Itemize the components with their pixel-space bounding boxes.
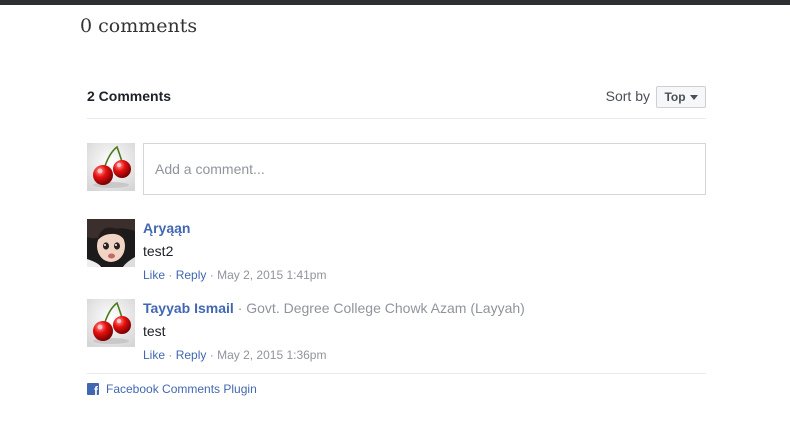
comment-meta: Like · Reply · May 2, 2015 1:41pm [143, 267, 706, 283]
comment-body: Ąryąąn test2 Like · Reply · May 2, 2015 … [143, 219, 706, 283]
comment-item: Tayyab Ismail · Govt. Degree College Cho… [87, 299, 706, 363]
cherries-avatar[interactable] [87, 143, 135, 191]
comment-composer [87, 143, 706, 195]
comment-timestamp[interactable]: May 2, 2015 1:41pm [217, 268, 326, 282]
facebook-comments-plugin-link[interactable]: f Facebook Comments Plugin [87, 382, 706, 396]
comment-author-link[interactable]: Ąryąąn [143, 220, 190, 236]
meta-separator: · [168, 348, 176, 362]
reply-link[interactable]: Reply [176, 348, 207, 362]
author-line: Tayyab Ismail · Govt. Degree College Cho… [143, 299, 706, 317]
comments-total: 2 Comments [87, 88, 172, 104]
like-link[interactable]: Like [143, 348, 165, 362]
comment-author-link[interactable]: Tayyab Ismail [143, 300, 234, 316]
sort-label: Sort by [605, 88, 650, 104]
footer-link-label: Facebook Comments Plugin [106, 382, 257, 396]
author-line: Ąryąąn [143, 219, 706, 237]
chevron-down-icon [689, 94, 698, 100]
facebook-icon: f [87, 383, 99, 395]
like-link[interactable]: Like [143, 268, 165, 282]
top-bar [0, 0, 790, 5]
affiliation-separator: · [237, 300, 247, 316]
meta-separator: · [209, 348, 218, 362]
comment-input[interactable] [143, 143, 706, 195]
post-comment-count: 0 comments [80, 15, 198, 37]
plugin-footer: f Facebook Comments Plugin [87, 373, 706, 396]
comment-meta: Like · Reply · May 2, 2015 1:36pm [143, 347, 706, 363]
meta-separator: · [209, 268, 218, 282]
child-photo-avatar[interactable] [87, 219, 135, 267]
reply-link[interactable]: Reply [176, 268, 207, 282]
comment-text: test2 [143, 243, 174, 259]
facebook-comments-plugin: 2 Comments Sort by Top Add a comment... … [87, 84, 706, 396]
comment-item: Ąryąąn test2 Like · Reply · May 2, 2015 … [87, 219, 706, 283]
author-affiliation: Govt. Degree College Chowk Azam (Layyah) [246, 300, 525, 316]
meta-separator: · [168, 268, 176, 282]
comment-text: test [143, 323, 166, 339]
cherries-avatar[interactable] [87, 299, 135, 347]
comment-body: Tayyab Ismail · Govt. Degree College Cho… [143, 299, 706, 363]
sort-dropdown[interactable]: Top [656, 86, 706, 108]
plugin-header: 2 Comments Sort by Top [87, 84, 706, 119]
comment-timestamp[interactable]: May 2, 2015 1:36pm [217, 348, 326, 362]
sort-value: Top [664, 90, 686, 104]
